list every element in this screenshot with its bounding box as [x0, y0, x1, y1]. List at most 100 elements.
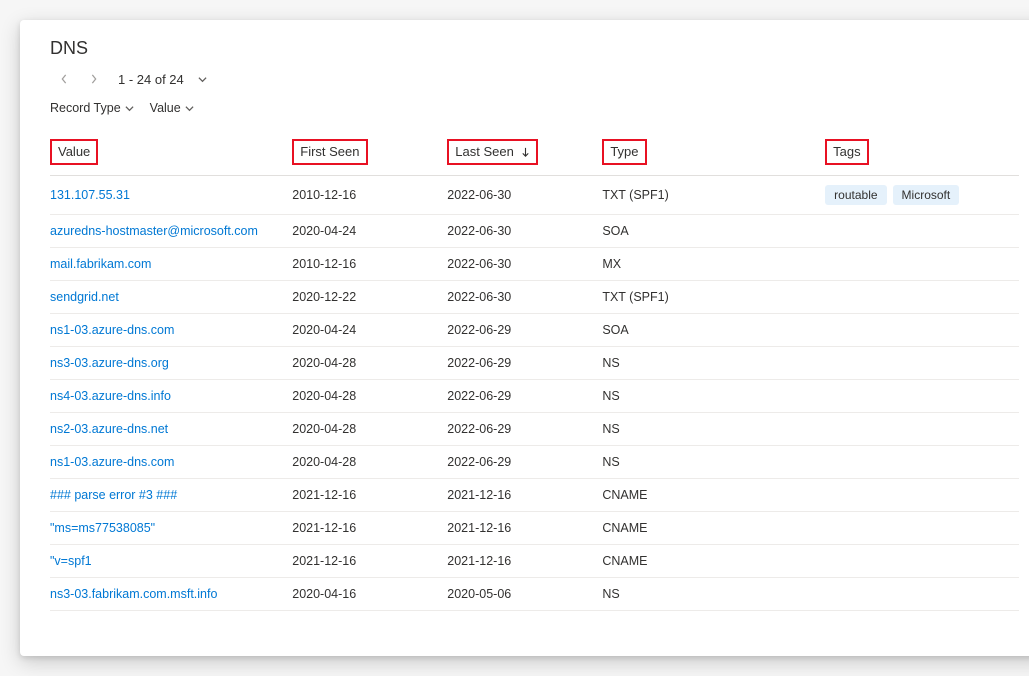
cell-last-seen: 2022-06-29 — [447, 413, 602, 446]
dns-value-link[interactable]: ### parse error #3 ### — [50, 488, 177, 502]
cell-type: SOA — [602, 314, 825, 347]
tag-pill[interactable]: routable — [825, 185, 886, 205]
dns-value-link[interactable]: ns2-03.azure-dns.net — [50, 422, 168, 436]
page-title: DNS — [50, 38, 1019, 59]
chevron-down-icon — [185, 104, 194, 113]
column-header-first-seen-label: First Seen — [292, 139, 367, 165]
filter-bar: Record Type Value — [50, 101, 1019, 115]
prev-page-button[interactable] — [54, 69, 74, 89]
cell-last-seen: 2022-06-30 — [447, 176, 602, 215]
cell-type: CNAME — [602, 545, 825, 578]
column-header-first-seen[interactable]: First Seen — [292, 129, 447, 176]
chevron-down-icon — [125, 104, 134, 113]
table-row: ### parse error #3 ### 2021-12-162021-12-… — [50, 479, 1019, 512]
filter-value-label: Value — [150, 101, 181, 115]
dns-value-link[interactable]: sendgrid.net — [50, 290, 119, 304]
cell-tags — [825, 446, 1019, 479]
column-header-tags[interactable]: Tags — [825, 129, 1019, 176]
dns-value-link[interactable]: 131.107.55.31 — [50, 188, 130, 202]
cell-last-seen: 2020-05-06 — [447, 578, 602, 611]
cell-first-seen: 2020-04-28 — [292, 347, 447, 380]
table-row: "v=spf12021-12-162021-12-16CNAME — [50, 545, 1019, 578]
dns-table: Value First Seen Last Seen Type — [50, 129, 1019, 611]
cell-last-seen: 2022-06-30 — [447, 215, 602, 248]
cell-first-seen: 2021-12-16 — [292, 512, 447, 545]
cell-type: NS — [602, 413, 825, 446]
cell-last-seen: 2022-06-29 — [447, 347, 602, 380]
table-row: ns3-03.fabrikam.com.msft.info2020-04-162… — [50, 578, 1019, 611]
table-row: ns3-03.azure-dns.org 2020-04-282022-06-29… — [50, 347, 1019, 380]
chevron-left-icon — [59, 74, 69, 84]
next-page-button[interactable] — [84, 69, 104, 89]
cell-type: CNAME — [602, 512, 825, 545]
column-header-type[interactable]: Type — [602, 129, 825, 176]
cell-type: NS — [602, 446, 825, 479]
cell-tags — [825, 281, 1019, 314]
column-header-type-label: Type — [602, 139, 646, 165]
cell-first-seen: 2020-12-22 — [292, 281, 447, 314]
table-row: "ms=ms77538085"2021-12-162021-12-16CNAME — [50, 512, 1019, 545]
table-row: ns1-03.azure-dns.com 2020-04-242022-06-29… — [50, 314, 1019, 347]
column-header-tags-label: Tags — [825, 139, 868, 165]
dns-value-link[interactable]: mail.fabrikam.com — [50, 257, 151, 271]
table-row: ns1-03.azure-dns.com2020-04-282022-06-29… — [50, 446, 1019, 479]
cell-type: TXT (SPF1) — [602, 281, 825, 314]
table-row: mail.fabrikam.com2010-12-162022-06-30MX — [50, 248, 1019, 281]
cell-first-seen: 2020-04-28 — [292, 446, 447, 479]
chevron-right-icon — [89, 74, 99, 84]
cell-type: NS — [602, 347, 825, 380]
cell-tags — [825, 413, 1019, 446]
cell-last-seen: 2021-12-16 — [447, 512, 602, 545]
cell-last-seen: 2022-06-30 — [447, 248, 602, 281]
cell-first-seen: 2020-04-24 — [292, 215, 447, 248]
cell-type: TXT (SPF1) — [602, 176, 825, 215]
sort-down-icon — [521, 147, 530, 158]
cell-tags — [825, 215, 1019, 248]
cell-last-seen: 2022-06-29 — [447, 314, 602, 347]
cell-tags — [825, 380, 1019, 413]
cell-tags — [825, 578, 1019, 611]
cell-tags — [825, 512, 1019, 545]
cell-type: CNAME — [602, 479, 825, 512]
pagination-toolbar: 1 - 24 of 24 — [50, 69, 1019, 89]
dns-value-link[interactable]: ns1-03.azure-dns.com — [50, 323, 174, 337]
dns-value-link[interactable]: "v=spf1 — [50, 554, 92, 568]
filter-value[interactable]: Value — [150, 101, 194, 115]
tag-pill[interactable]: Microsoft — [893, 185, 960, 205]
dns-value-link[interactable]: ns1-03.azure-dns.com — [50, 455, 174, 469]
chevron-down-icon — [198, 75, 207, 84]
dns-value-link[interactable]: ns3-03.fabrikam.com.msft.info — [50, 587, 217, 601]
table-header-row: Value First Seen Last Seen Type — [50, 129, 1019, 176]
cell-first-seen: 2010-12-16 — [292, 176, 447, 215]
pagination-text: 1 - 24 of 24 — [118, 72, 184, 87]
cell-first-seen: 2021-12-16 — [292, 479, 447, 512]
dns-value-link[interactable]: ns4-03.azure-dns.info — [50, 389, 171, 403]
cell-tags: routable Microsoft — [825, 176, 1019, 215]
dns-value-link[interactable]: "ms=ms77538085" — [50, 521, 155, 535]
cell-last-seen: 2022-06-30 — [447, 281, 602, 314]
cell-first-seen: 2020-04-24 — [292, 314, 447, 347]
filter-record-type-label: Record Type — [50, 101, 121, 115]
cell-first-seen: 2021-12-16 — [292, 545, 447, 578]
table-row: azuredns-hostmaster@microsoft.com 2020-04… — [50, 215, 1019, 248]
cell-first-seen: 2020-04-28 — [292, 413, 447, 446]
cell-tags — [825, 314, 1019, 347]
column-header-last-seen-label: Last Seen — [455, 144, 514, 159]
cell-tags — [825, 347, 1019, 380]
cell-type: NS — [602, 578, 825, 611]
cell-last-seen: 2021-12-16 — [447, 545, 602, 578]
column-header-value[interactable]: Value — [50, 129, 292, 176]
pagination-dropdown[interactable] — [198, 75, 207, 84]
cell-tags — [825, 479, 1019, 512]
dns-value-link[interactable]: ns3-03.azure-dns.org — [50, 356, 169, 370]
table-row: sendgrid.net 2020-12-222022-06-30TXT (SPF… — [50, 281, 1019, 314]
cell-last-seen: 2021-12-16 — [447, 479, 602, 512]
filter-record-type[interactable]: Record Type — [50, 101, 134, 115]
cell-type: SOA — [602, 215, 825, 248]
table-row: ns2-03.azure-dns.net 2020-04-282022-06-29… — [50, 413, 1019, 446]
cell-tags — [825, 248, 1019, 281]
cell-last-seen: 2022-06-29 — [447, 380, 602, 413]
table-row: ns4-03.azure-dns.info2020-04-282022-06-2… — [50, 380, 1019, 413]
dns-value-link[interactable]: azuredns-hostmaster@microsoft.com — [50, 224, 258, 238]
column-header-last-seen[interactable]: Last Seen — [447, 129, 602, 176]
